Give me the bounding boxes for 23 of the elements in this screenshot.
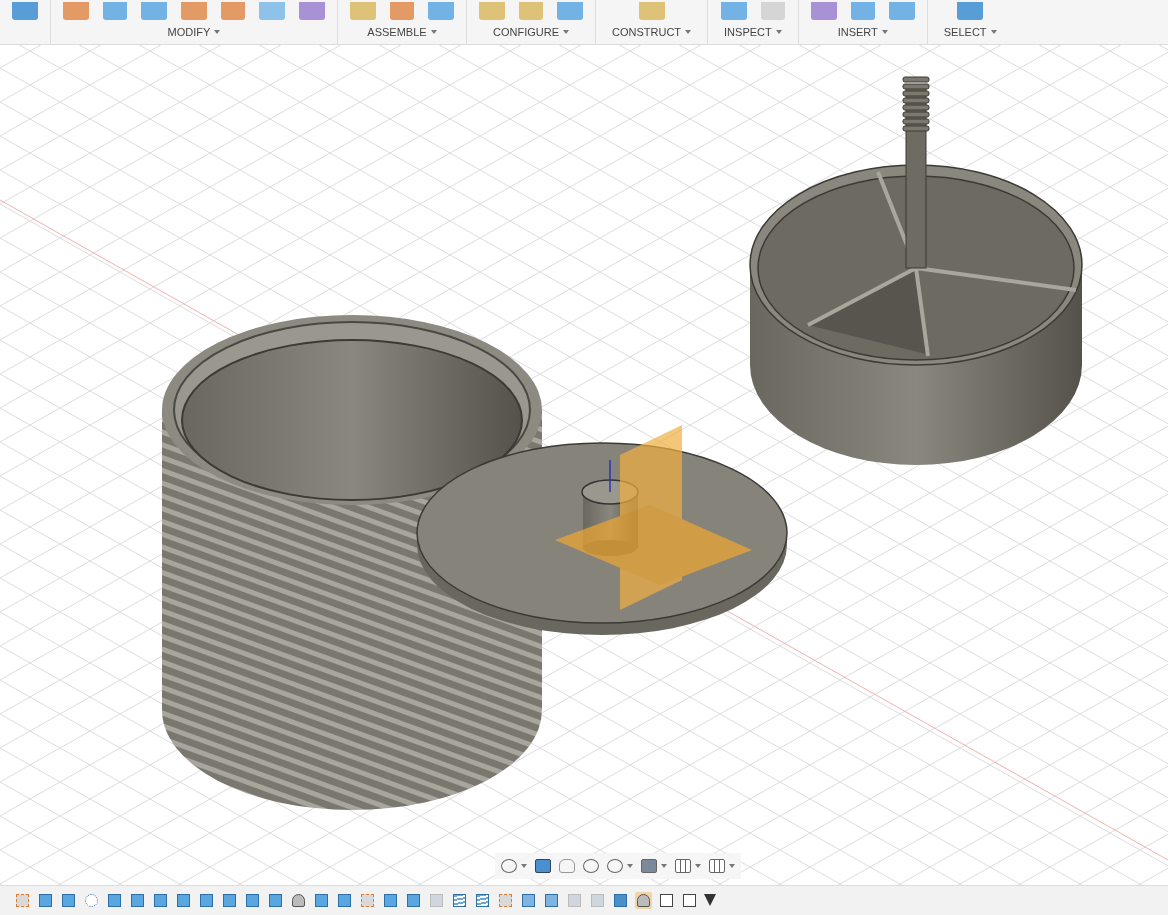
toolbar-menu[interactable]: INSPECT: [720, 24, 786, 40]
caret-icon[interactable]: [627, 863, 633, 868]
caret-icon[interactable]: [729, 863, 735, 868]
toolbar-menu[interactable]: INSERT: [833, 24, 892, 40]
sketch-feature-icon[interactable]: [14, 891, 31, 909]
caret-icon: [563, 30, 569, 34]
caret-icon[interactable]: [661, 863, 667, 868]
caret-icon: [881, 30, 888, 34]
caret-icon[interactable]: [695, 863, 701, 868]
toolbar-menu[interactable]: CONSTRUCT: [608, 24, 696, 40]
caret-icon: [214, 30, 221, 34]
caret-icon: [990, 30, 997, 34]
timeline-marker-icon[interactable]: [704, 894, 716, 907]
sketch-feature-icon[interactable]: [497, 891, 514, 909]
caret-icon: [430, 30, 437, 34]
caret-icon: [685, 30, 692, 34]
toolbar-menu[interactable]: SELECT: [939, 24, 1001, 40]
toolbar-menu[interactable]: CONFIGURE: [489, 24, 573, 40]
toolbar-menu[interactable]: ASSEMBLE: [363, 24, 441, 40]
caret-icon[interactable]: [521, 863, 527, 868]
toolbar-menu[interactable]: MODIFY: [163, 24, 225, 40]
caret-icon: [775, 30, 782, 34]
sketch-feature-icon[interactable]: [359, 891, 376, 909]
